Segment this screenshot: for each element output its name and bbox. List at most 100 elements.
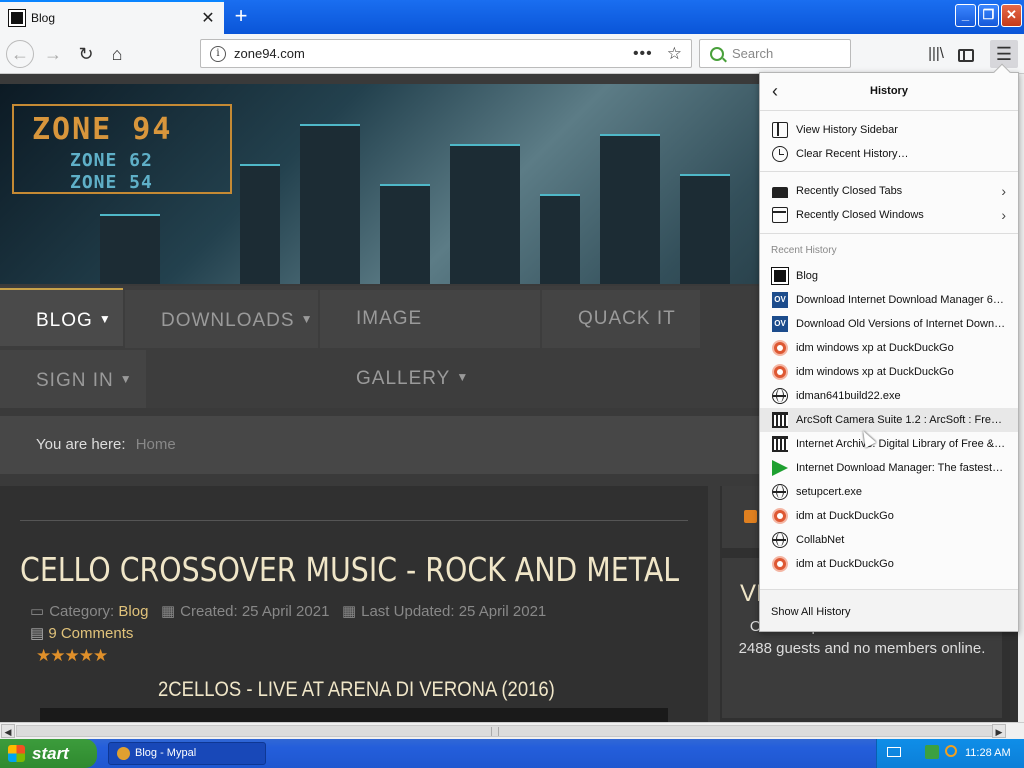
history-item[interactable]: idm at DuckDuckGo	[760, 552, 1018, 576]
start-button[interactable]: start	[0, 739, 97, 768]
view-history-sidebar-item[interactable]: View History Sidebar	[760, 118, 1018, 142]
banner-building	[680, 174, 730, 284]
page-actions-button[interactable]: •••	[633, 45, 653, 63]
breadcrumb-home-link[interactable]: Home	[136, 436, 176, 453]
comments-link[interactable]: ▤ 9 Comments	[30, 624, 133, 642]
created-date: Created: 25 April 2021	[180, 603, 330, 620]
site-info-icon[interactable]: i	[210, 45, 226, 62]
tab-close-icon[interactable]: ✕	[198, 8, 218, 28]
keyboard-icon[interactable]	[887, 747, 901, 757]
history-item[interactable]: Blog	[760, 264, 1018, 288]
bookmark-star-icon[interactable]: ☆	[667, 44, 682, 64]
network-icon[interactable]	[925, 745, 939, 759]
updated-date: Last Updated: 25 April 2021	[361, 603, 547, 620]
recently-closed-windows-item[interactable]: Recently Closed Windows ›	[760, 203, 1018, 227]
clock[interactable]: 11:28 AM	[965, 739, 1011, 768]
history-item[interactable]: CollabNet	[760, 528, 1018, 552]
history-item[interactable]: idm windows xp at DuckDuckGo	[760, 360, 1018, 384]
archive-icon	[772, 412, 788, 428]
search-tray-icon[interactable]	[945, 745, 957, 757]
menu-item-label: Clear Recent History…	[796, 148, 909, 160]
clear-recent-history-item[interactable]: Clear Recent History…	[760, 142, 1018, 166]
clock-icon	[772, 146, 788, 162]
url-text[interactable]: zone94.com	[234, 46, 633, 61]
nav-item-label: DOWNLOADS	[161, 310, 295, 331]
window-maximize-button[interactable]: ❐	[978, 4, 999, 27]
logo-main-text: ZONE 94	[32, 112, 173, 147]
tab-icon	[772, 187, 788, 198]
hamburger-menu-button[interactable]: ☰	[990, 40, 1018, 68]
sidebar-toggle-button[interactable]	[952, 40, 980, 68]
nav-item-blog[interactable]: BLOG ▼	[0, 288, 123, 346]
history-item[interactable]: idm windows xp at DuckDuckGo	[760, 336, 1018, 360]
rating-stars[interactable]: ★★★★★	[36, 646, 108, 666]
category-label: Category:	[49, 603, 115, 620]
rss-icon[interactable]	[744, 510, 757, 523]
taskbar-item-mypal[interactable]: Blog - Mypal	[108, 742, 266, 765]
history-item[interactable]: Internet Download Manager: The fastest …	[760, 456, 1018, 480]
show-all-history-button[interactable]: Show All History	[771, 606, 850, 618]
url-bar[interactable]: i zone94.com ••• ☆	[200, 39, 692, 68]
ov-icon: OV	[772, 292, 788, 308]
history-item-label: CollabNet	[796, 534, 845, 546]
nav-item-quack-it[interactable]: QUACK IT	[542, 290, 700, 348]
forward-button[interactable]: →	[39, 40, 67, 68]
globe-icon	[772, 484, 788, 500]
window-icon	[772, 207, 788, 223]
tab-blog[interactable]: Blog ✕	[0, 0, 224, 34]
history-item[interactable]: idman641build22.exe	[760, 384, 1018, 408]
history-item-label: idm at DuckDuckGo	[796, 558, 894, 570]
duckduckgo-icon	[772, 340, 788, 356]
blog-icon	[771, 267, 789, 285]
category-link[interactable]: Blog	[118, 603, 148, 620]
history-item[interactable]: Internet Archive: Digital Library of Fre…	[760, 432, 1018, 456]
chevron-right-icon: ›	[1001, 183, 1006, 199]
separator	[760, 233, 1018, 234]
history-item[interactable]: OV Download Old Versions of Internet Down…	[760, 312, 1018, 336]
scrollbar-thumb[interactable]	[16, 725, 1006, 737]
comments-count: 9 Comments	[48, 625, 134, 642]
scroll-right-arrow-icon[interactable]: ▶	[992, 724, 1006, 738]
library-button[interactable]: |||\	[922, 40, 950, 68]
horizontal-scrollbar[interactable]: ◀ ▶	[0, 722, 1024, 739]
search-input[interactable]: Search	[699, 39, 851, 68]
logo-sub-text-1: ZONE 62	[70, 150, 153, 171]
recent-history-heading: Recent History	[771, 245, 837, 256]
history-item-label: Blog	[796, 270, 819, 282]
new-tab-button[interactable]: +	[228, 4, 254, 30]
caret-down-icon: ▼	[300, 312, 314, 326]
post-subtitle: 2CELLOS - LIVE AT ARENA DI VERONA (2016)	[158, 678, 555, 701]
caret-down-icon: ▼	[456, 370, 470, 384]
taskbar: start Blog - Mypal 11:28 AM	[0, 739, 1024, 768]
comment-icon: ▤	[30, 625, 49, 642]
separator	[760, 171, 1018, 172]
post-title[interactable]: CELLO CROSSOVER MUSIC - ROCK AND METAL	[20, 550, 679, 589]
history-panel: ‹ History View History Sidebar Clear Rec…	[759, 63, 1019, 632]
caret-down-icon: ▼	[119, 372, 133, 386]
history-item[interactable]: setupcert.exe	[760, 480, 1018, 504]
nav-item-downloads[interactable]: DOWNLOADS ▼	[125, 290, 318, 348]
history-title: History	[870, 85, 908, 97]
window-minimize-button[interactable]: _	[955, 4, 976, 27]
home-button[interactable]: ⌂	[103, 40, 131, 68]
window-close-button[interactable]: ✕	[1001, 4, 1022, 27]
nav-item-sign-in[interactable]: SIGN IN ▼	[0, 350, 146, 408]
history-item-label: idman641build22.exe	[796, 390, 901, 402]
video-embed[interactable]	[40, 708, 668, 722]
history-footer: Show All History	[760, 589, 1018, 631]
history-item-label: idm windows xp at DuckDuckGo	[796, 366, 954, 378]
history-item[interactable]: ArcSoft Camera Suite 1.2 : ArcSoft : Fre…	[760, 408, 1018, 432]
back-button[interactable]: ←	[6, 40, 34, 68]
breadcrumb-label: You are here:	[36, 436, 126, 453]
reload-button[interactable]: ↻	[72, 40, 100, 68]
recently-closed-tabs-item[interactable]: Recently Closed Tabs ›	[760, 179, 1018, 203]
history-item[interactable]: OV Download Internet Download Manager 6.…	[760, 288, 1018, 312]
history-item-label: Download Old Versions of Internet Downl…	[796, 318, 1006, 330]
calendar-icon: ▦	[341, 603, 357, 620]
scroll-left-arrow-icon[interactable]: ◀	[1, 724, 15, 738]
scroll-grip	[491, 727, 499, 736]
start-label: start	[32, 744, 69, 763]
history-item[interactable]: idm at DuckDuckGo	[760, 504, 1018, 528]
nav-item-image-gallery[interactable]: IMAGE GALLERY ▼	[320, 290, 540, 389]
banner-building	[100, 214, 160, 284]
